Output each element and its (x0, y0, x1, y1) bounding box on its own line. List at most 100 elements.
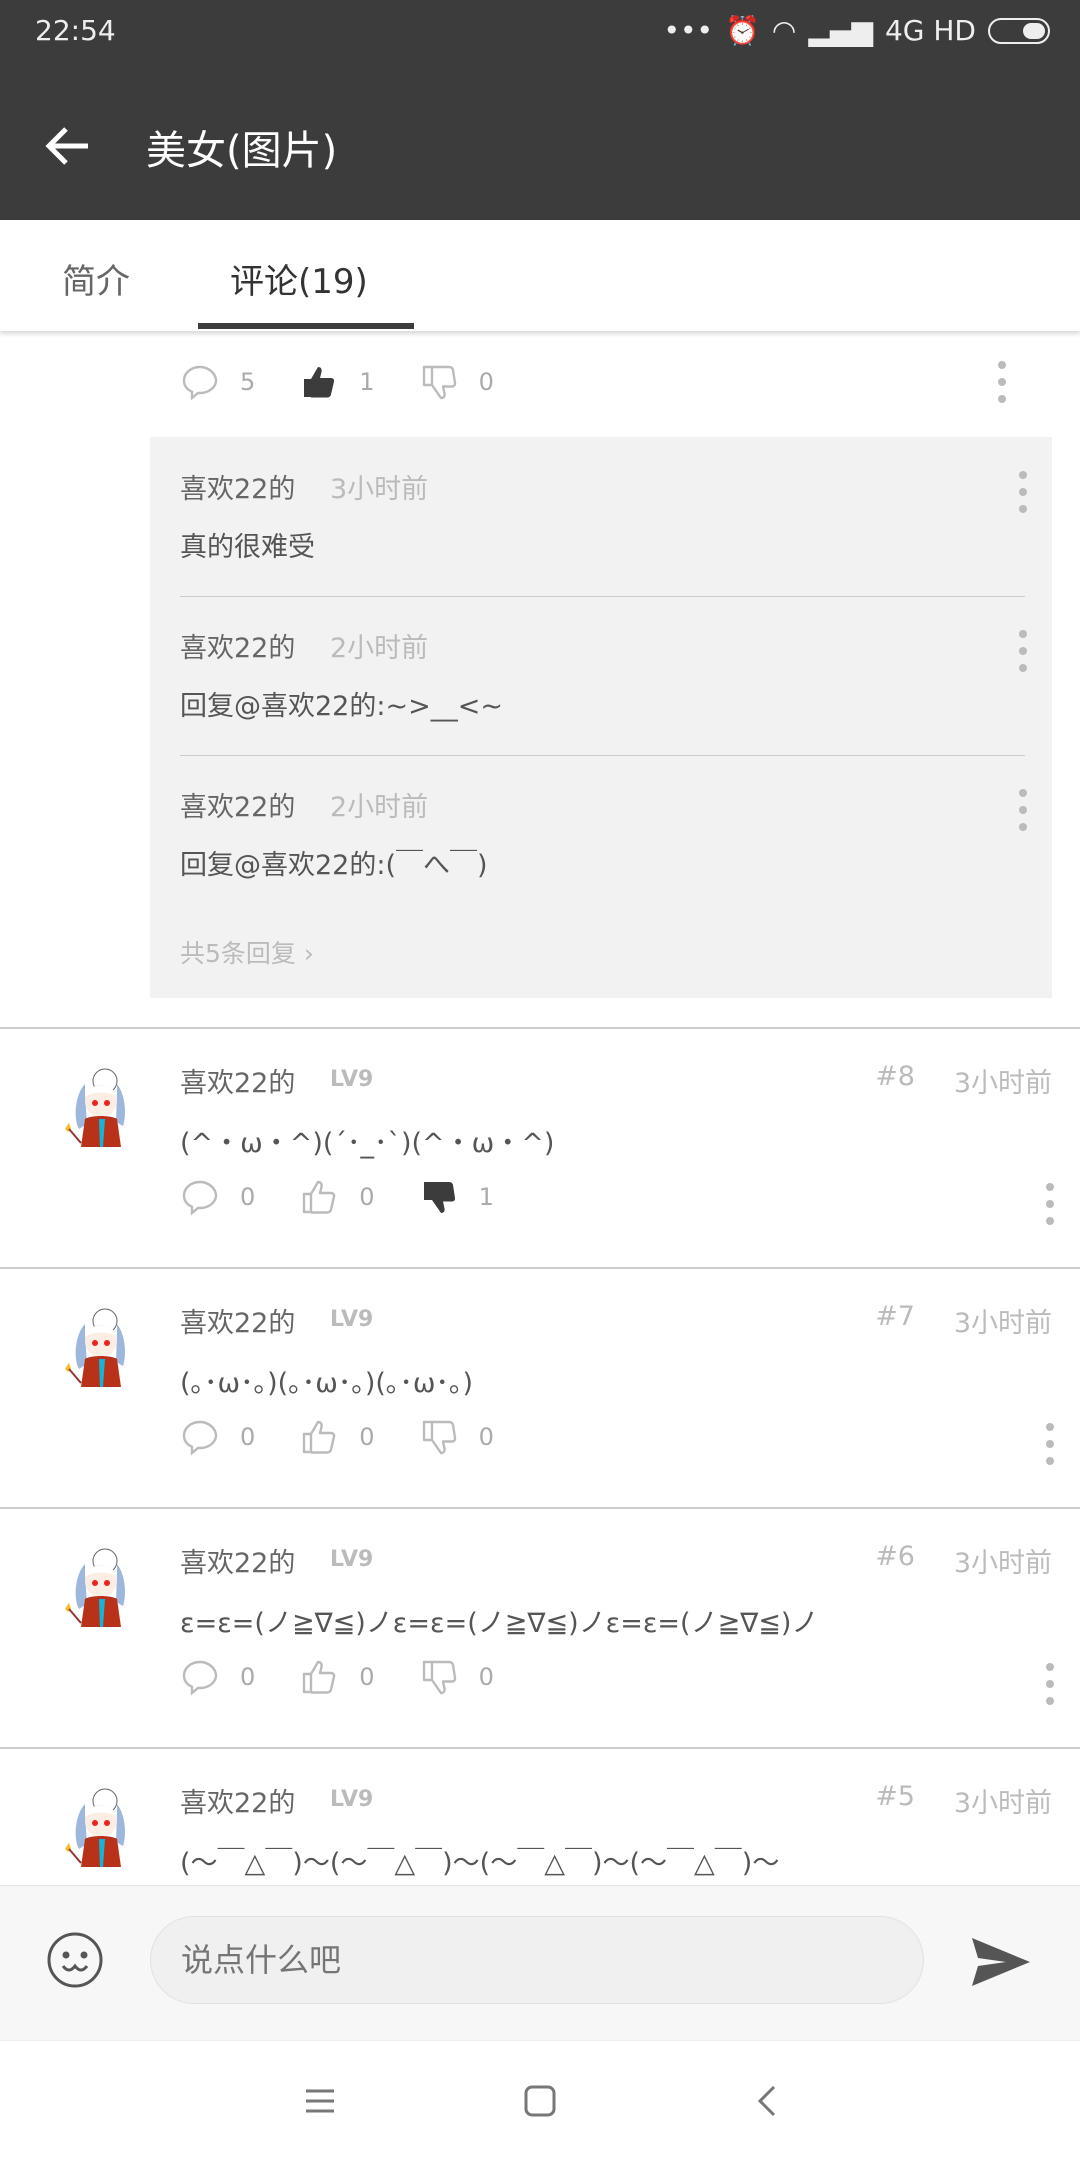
comment-item: 喜欢22的 LV9 #6 3小时前 ε=ε=(ノ≧∇≦)ノε=ε=(ノ≧∇≦)ノ… (0, 1507, 1080, 1747)
level-badge: LV9 (330, 1547, 374, 1572)
like-count: 0 (359, 1663, 375, 1691)
back-nav-icon[interactable] (748, 2081, 788, 2121)
tab-bar: 简介 评论(19) (0, 220, 1080, 331)
comment-actions: 0 0 0 (180, 1417, 538, 1457)
tab-intro[interactable]: 简介 (62, 254, 130, 303)
reply-item[interactable]: 喜欢22的 3小时前 真的很难受 (180, 437, 1027, 596)
reply-user[interactable]: 喜欢22的 (180, 626, 295, 665)
reply-button[interactable]: 0 (180, 1657, 255, 1697)
level-badge: LV9 (330, 1787, 374, 1812)
reply-user[interactable]: 喜欢22的 (180, 785, 295, 824)
arrow-left-icon[interactable] (40, 118, 96, 174)
reply-button[interactable]: 0 (180, 1177, 255, 1217)
thumbs-up-icon (299, 1417, 339, 1457)
dislike-count: 0 (478, 368, 494, 396)
comment-bubble-icon (180, 362, 220, 402)
more-options-icon[interactable] (1013, 785, 1033, 835)
comment-actions: 0 0 0 (180, 1657, 538, 1697)
avatar[interactable] (55, 1299, 145, 1394)
dislike-button[interactable]: 1 (419, 1177, 494, 1217)
floor-number: #8 (875, 1061, 915, 1092)
comment-time: 3小时前 (953, 1788, 1052, 1819)
level-badge: LV9 (330, 1307, 374, 1332)
dislike-count: 0 (478, 1663, 494, 1691)
reply-item[interactable]: 喜欢22的 2小时前 回复@喜欢22的:(￣へ￣) (180, 755, 1027, 914)
dislike-count: 0 (478, 1423, 494, 1451)
comment-content: ε=ε=(ノ≧∇≦)ノε=ε=(ノ≧∇≦)ノε=ε=(ノ≧∇≦)ノ (180, 1608, 819, 1639)
comment-actions: 0 0 1 (180, 1177, 538, 1217)
emoji-icon[interactable] (45, 1930, 105, 1990)
thumbs-up-icon (299, 1657, 339, 1697)
comment-user[interactable]: 喜欢22的 (180, 1301, 295, 1340)
comment-time: 3小时前 (953, 1068, 1052, 1099)
like-button[interactable]: 1 (299, 362, 375, 402)
replies-total: 共5条回复 (180, 939, 296, 968)
avatar[interactable] (55, 1779, 145, 1874)
more-options-icon[interactable] (1040, 1659, 1060, 1709)
comment-item: 喜欢22的 LV9 #8 3小时前 (^・ω・^)(´･_･`)(^・ω・^) … (0, 1027, 1080, 1267)
comment-content: (～￣△￣)～(～￣△￣)～(～￣△￣)～(～￣△￣)～ (180, 1848, 780, 1879)
more-options-icon[interactable] (1040, 1419, 1060, 1469)
dislike-button[interactable]: 0 (419, 362, 494, 402)
network-label: 4G HD (884, 14, 976, 47)
more-options-icon[interactable] (1013, 626, 1033, 676)
more-options-icon[interactable] (992, 357, 1012, 407)
reply-content: 真的很难受 (180, 532, 315, 563)
floor-number: #7 (875, 1301, 915, 1332)
app-bar: 22:54 ••• ⏰ ◠ ▂▄▆ 4G HD 美女(图片) (0, 0, 1080, 220)
thumbs-down-icon (419, 1417, 459, 1457)
menu-icon[interactable] (300, 2081, 340, 2121)
reply-item[interactable]: 喜欢22的 2小时前 回复@喜欢22的:~>__<~ (180, 596, 1027, 755)
signal-icon: ▂▄▆ (808, 14, 873, 47)
tab-indicator (198, 323, 414, 329)
thumbs-up-icon (299, 1177, 339, 1217)
reply-count: 0 (240, 1423, 256, 1451)
comment-bubble-icon (180, 1657, 220, 1697)
status-icons: ••• ⏰ ◠ ▂▄▆ 4G HD (664, 14, 1050, 47)
comment-bubble-icon (180, 1417, 220, 1457)
avatar[interactable] (55, 1059, 145, 1154)
reply-button[interactable]: 0 (180, 1417, 255, 1457)
comment-user[interactable]: 喜欢22的 (180, 1061, 295, 1100)
comment-input[interactable] (150, 1916, 924, 2004)
like-count: 0 (359, 1183, 375, 1211)
send-icon[interactable] (970, 1934, 1032, 1990)
comment-content: (^・ω・^)(´･_･`)(^・ω・^) (180, 1128, 555, 1159)
wifi-icon: ◠ (771, 14, 797, 47)
avatar[interactable] (55, 1539, 145, 1634)
dislike-count: 1 (478, 1183, 494, 1211)
floor-number: #6 (875, 1541, 915, 1572)
like-button[interactable]: 0 (299, 1177, 375, 1217)
view-all-replies-link[interactable]: 共5条回复 › (180, 934, 314, 970)
reply-user[interactable]: 喜欢22的 (180, 467, 295, 506)
thumbs-down-icon (419, 362, 459, 402)
like-count: 1 (359, 368, 375, 396)
floor-number: #5 (875, 1781, 915, 1812)
battery-icon (988, 17, 1050, 44)
dislike-button[interactable]: 0 (419, 1657, 494, 1697)
reply-count: 0 (240, 1663, 256, 1691)
reply-content: 回复@喜欢22的:~>__<~ (180, 691, 503, 722)
thumbs-down-icon (419, 1657, 459, 1697)
dislike-button[interactable]: 0 (419, 1417, 494, 1457)
like-button[interactable]: 0 (299, 1657, 375, 1697)
comment-bubble-icon (180, 1177, 220, 1217)
comment-item: 喜欢22的 LV9 #7 3小时前 (｡･ω･｡)(｡･ω･｡)(｡･ω･｡) … (0, 1267, 1080, 1507)
system-nav-bar (0, 2040, 1080, 2160)
home-icon[interactable] (520, 2081, 560, 2121)
more-options-icon[interactable] (1040, 1179, 1060, 1229)
alarm-icon: ⏰ (725, 14, 760, 47)
like-button[interactable]: 0 (299, 1417, 375, 1457)
thumbs-up-filled-icon (299, 362, 339, 402)
reply-count: 5 (240, 368, 256, 396)
comment-content: (｡･ω･｡)(｡･ω･｡)(｡･ω･｡) (180, 1368, 474, 1399)
level-badge: LV9 (330, 1067, 374, 1092)
reply-button[interactable]: 5 (180, 362, 255, 402)
page-title: 美女(图片) (146, 128, 338, 174)
more-options-icon[interactable] (1013, 467, 1033, 517)
top-comment-actions: 5 1 0 (180, 362, 538, 402)
comment-time: 3小时前 (953, 1548, 1052, 1579)
comment-user[interactable]: 喜欢22的 (180, 1541, 295, 1580)
tab-comments[interactable]: 评论(19) (230, 254, 368, 303)
comment-user[interactable]: 喜欢22的 (180, 1781, 295, 1820)
